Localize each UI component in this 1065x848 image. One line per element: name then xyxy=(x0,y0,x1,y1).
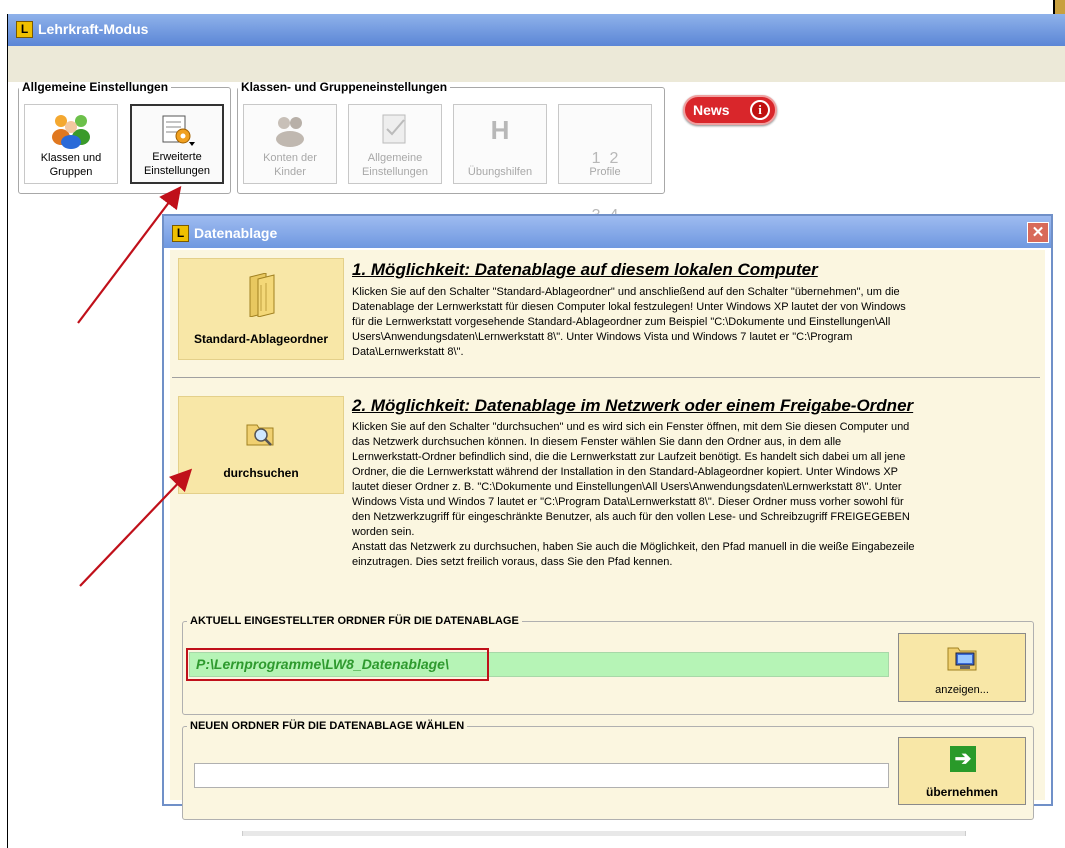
option2-line: Anstatt das Netzwerk zu durchsuchen, hab… xyxy=(352,541,915,553)
apply-label: übernehmen xyxy=(925,785,998,799)
info-icon: i xyxy=(750,100,770,120)
help-h-icon: H xyxy=(490,115,510,145)
option1-line: Users\Anwendungsdaten\Lernwerkstatt 8\".… xyxy=(352,331,853,343)
option2-line: Klicken Sie auf den Schalter "durchsuche… xyxy=(352,421,910,433)
classes-groups-label-1: Klassen und xyxy=(40,152,102,164)
option2-line: Lernwerkstatt-Ordner befindlich sind, di… xyxy=(352,451,906,463)
advanced-settings-label-2: Einstellungen xyxy=(143,165,211,177)
computer-folder-icon xyxy=(947,647,977,671)
show-folder-button[interactable]: anzeigen... xyxy=(898,633,1026,702)
profile-numbers-icon: 1 2 3 4 xyxy=(583,111,627,224)
option2-line: Windows Vista und Windos 7 lautet er "C:… xyxy=(352,496,904,508)
option2-line: Ordner, die die Lernwerkstatt während de… xyxy=(352,466,899,478)
profiles-button[interactable]: 1 2 3 4 Profile xyxy=(558,104,652,224)
option2-line: den Netzwerkzugriff für eingeschränkte B… xyxy=(352,511,910,523)
advanced-settings-label-1: Erweiterte xyxy=(152,151,202,163)
child-accounts-label-2: Kinder xyxy=(274,166,306,178)
main-window-title: Lehrkraft-Modus xyxy=(38,21,149,37)
exercise-help-label: Übungshilfen xyxy=(467,166,533,178)
dialog-logo-icon: L xyxy=(172,225,189,242)
child-accounts-button[interactable]: Konten der Kinder xyxy=(243,104,337,184)
profiles-label: Profile xyxy=(589,166,621,178)
section-divider xyxy=(172,377,1040,378)
option1-line: für die Lernwerkstatt vorgesehende Stand… xyxy=(352,316,891,328)
class-general-settings-label-1: Allgemeine xyxy=(367,152,423,164)
close-icon[interactable]: ✕ xyxy=(1027,222,1049,243)
checklist-icon xyxy=(382,114,406,144)
standard-folder-button[interactable]: Standard-Ablageordner xyxy=(178,258,344,360)
dialog-title: Datenablage xyxy=(194,225,278,241)
show-folder-label: anzeigen... xyxy=(935,684,989,696)
option1-text: Klicken Sie auf den Schalter "Standard-A… xyxy=(352,285,1042,360)
browse-label: durchsuchen xyxy=(223,466,299,480)
news-button[interactable]: News i xyxy=(683,95,777,125)
screen: L Lehrkraft-Modus Allgemeine Einstellung… xyxy=(0,0,1065,848)
general-settings-legend: Allgemeine Einstellungen xyxy=(22,80,169,94)
folder-icon xyxy=(249,273,275,317)
annotation-highlight-box xyxy=(186,648,489,681)
exercise-help-button[interactable]: H Übungshilfen xyxy=(453,104,547,184)
class-settings-legend: Klassen- und Gruppeneinstellungen xyxy=(241,80,448,94)
option2-heading: 2. Möglichkeit: Datenablage im Netzwerk … xyxy=(352,396,914,415)
classes-groups-button[interactable]: Klassen und Gruppen xyxy=(24,104,118,184)
dialog-titlebar[interactable]: L Datenablage ✕ xyxy=(164,216,1051,248)
arrow-right-icon: ➔ xyxy=(950,746,976,772)
folder-search-icon xyxy=(246,424,274,446)
news-label: News xyxy=(693,102,730,118)
standard-folder-label: Standard-Ablageordner xyxy=(193,332,328,346)
browse-button[interactable]: durchsuchen xyxy=(178,396,344,494)
option2-text: Klicken Sie auf den Schalter "durchsuche… xyxy=(352,420,1042,570)
notepad-gear-icon xyxy=(162,115,195,146)
option1-line: Klicken Sie auf den Schalter "Standard-A… xyxy=(352,286,900,298)
class-general-settings-label-2: Einstellungen xyxy=(361,166,429,178)
classes-groups-label-2: Gruppen xyxy=(49,166,93,178)
option2-line: einzutragen. Dies setzt freilich voraus,… xyxy=(352,556,673,568)
app-logo-icon: L xyxy=(16,21,33,38)
class-general-settings-button[interactable]: Allgemeine Einstellungen xyxy=(348,104,442,184)
child-accounts-label-1: Konten der xyxy=(263,152,317,164)
new-folder-path-input[interactable] xyxy=(194,763,889,788)
option2-line: worden sein. xyxy=(352,526,415,538)
option1-line: Datenablage der Lernwerkstatt für diesen… xyxy=(352,301,906,313)
advanced-settings-button[interactable]: Erweiterte Einstellungen xyxy=(130,104,224,184)
datenablage-dialog: L Datenablage ✕ Standard-Ablageordner 1.… xyxy=(162,214,1053,836)
option1-heading: 1. Möglichkeit: Datenablage auf diesem l… xyxy=(352,260,818,279)
kids-icon xyxy=(276,117,304,147)
new-folder-legend: NEUEN ORDNER FÜR DIE DATENABLAGE WÄHLEN xyxy=(190,720,465,732)
taskbar-fragment xyxy=(1053,0,1065,14)
current-folder-legend: AKTUELL EINGESTELLTER ORDNER FÜR DIE DAT… xyxy=(190,615,519,627)
bottom-scrollbar[interactable] xyxy=(242,831,966,836)
option2-line: lautet dieser Ordner z. B. "C:\Dokumente… xyxy=(352,481,902,493)
toolbar-strip xyxy=(8,46,1065,82)
option1-line: Data\Lernwerkstatt 8\". xyxy=(352,346,464,358)
option2-line: das Netzwerk durchsuchen können. In dies… xyxy=(352,436,842,448)
dialog-body: Standard-Ablageordner 1. Möglichkeit: Da… xyxy=(170,250,1045,836)
users-icon xyxy=(52,115,90,149)
apply-button[interactable]: ➔ übernehmen xyxy=(898,737,1026,805)
main-titlebar[interactable]: L Lehrkraft-Modus xyxy=(8,14,1065,46)
